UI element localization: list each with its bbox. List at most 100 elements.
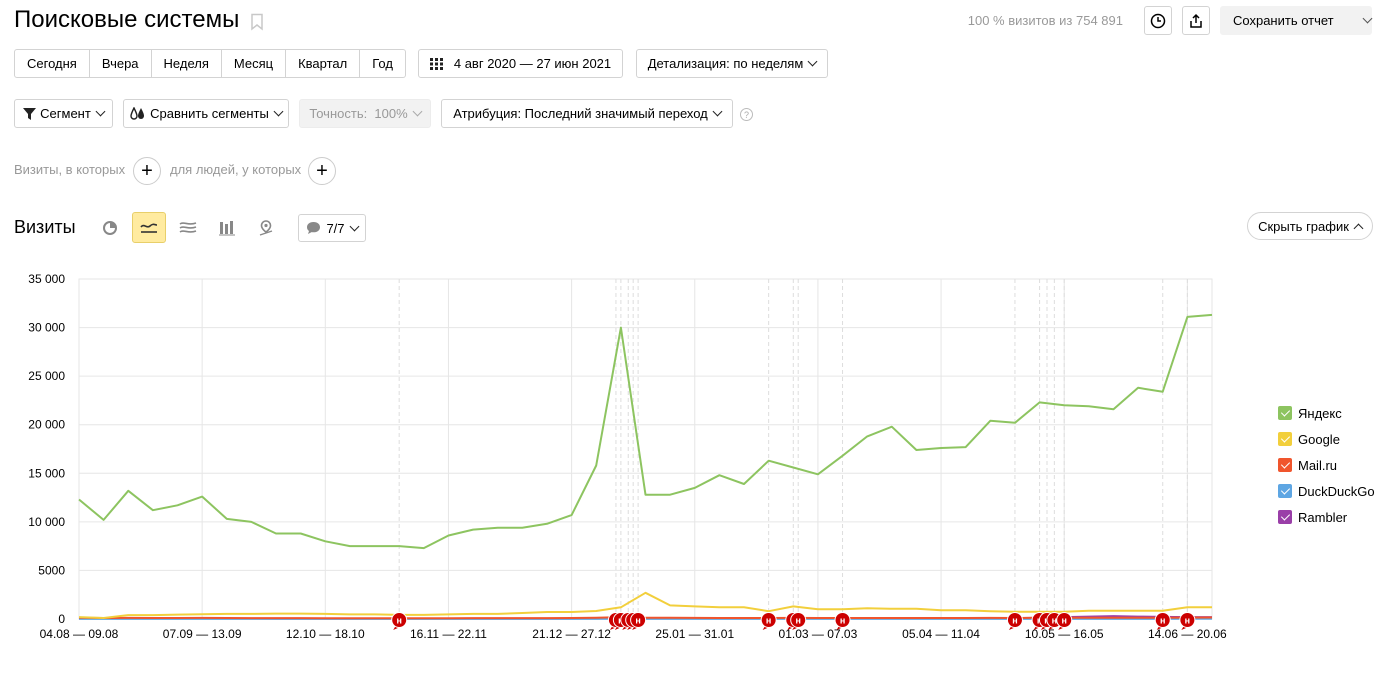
note-marker-label: н <box>1185 616 1190 626</box>
chart-legend: Яндекс Google Mail.ru DuckDuckGo Rambler <box>1278 400 1375 530</box>
date-range-button[interactable]: 4 авг 2020 — 27 июн 2021 <box>418 49 623 78</box>
line-chart-view-button[interactable] <box>132 212 166 243</box>
checkbox-icon <box>1278 432 1292 446</box>
note-marker-label: н <box>840 616 845 626</box>
map-pin-icon <box>259 219 273 236</box>
chevron-down-icon <box>807 56 818 67</box>
legend-item-yandex[interactable]: Яндекс <box>1278 400 1375 426</box>
plot-area <box>78 278 1213 620</box>
note-marker-label: н <box>635 616 640 626</box>
legend-label: Google <box>1298 431 1340 447</box>
accuracy-dropdown[interactable]: Точность: 100% <box>299 99 431 128</box>
period-today[interactable]: Сегодня <box>14 49 90 78</box>
x-tick-label: 25.01 — 31.01 <box>655 627 734 641</box>
segment-button[interactable]: Сегмент <box>14 99 113 128</box>
chevron-down-icon <box>412 106 423 117</box>
legend-item-rambler[interactable]: Rambler <box>1278 504 1375 530</box>
clock-icon <box>1150 13 1166 28</box>
save-report-button[interactable]: Сохранить отчет <box>1220 6 1373 35</box>
x-tick-label: 01.03 — 07.03 <box>779 627 858 641</box>
bar-chart-view-button[interactable] <box>210 212 244 243</box>
visits-share-text: 100 % визитов из 754 891 <box>967 13 1123 28</box>
accuracy-label: Точность: 100% <box>309 106 408 121</box>
bookmark-icon[interactable] <box>250 13 264 31</box>
chevron-down-icon <box>1362 13 1373 24</box>
checkbox-icon <box>1278 484 1292 498</box>
calendar-icon <box>429 57 443 70</box>
hide-chart-label: Скрыть график <box>1258 218 1349 234</box>
map-view-button[interactable] <box>249 212 283 243</box>
people-condition-label: для людей, у которых <box>170 162 302 177</box>
compare-segments-label: Сравнить сегменты <box>150 106 269 121</box>
filter-icon <box>23 107 37 120</box>
attribution-dropdown[interactable]: Атрибуция: Последний значимый переход <box>441 99 733 128</box>
note-marker-label: н <box>1061 616 1066 626</box>
x-tick-label: 04.08 — 09.08 <box>40 627 119 641</box>
period-month[interactable]: Месяц <box>221 49 287 78</box>
drops-icon <box>130 107 145 120</box>
note-marker-label: н <box>1012 616 1017 626</box>
note-marker-label: н <box>396 616 401 626</box>
x-tick-label: 10.05 — 16.05 <box>1025 627 1104 641</box>
y-tick-label: 10 000 <box>28 515 65 529</box>
legend-label: Яндекс <box>1298 405 1342 421</box>
note-marker-label: н <box>1160 616 1165 626</box>
note-marker-label: н <box>795 616 800 626</box>
comment-icon <box>307 222 321 234</box>
detail-label: Детализация: по неделям <box>647 56 804 71</box>
period-quarter[interactable]: Квартал <box>286 49 361 78</box>
history-button[interactable] <box>1144 6 1172 35</box>
x-tick-label: 14.06 — 20.06 <box>1148 627 1227 641</box>
segment-label: Сегмент <box>40 106 91 121</box>
period-selector: Сегодня Вчера Неделя Месяц Квартал Год <box>14 49 406 78</box>
legend-label: Mail.ru <box>1298 457 1338 473</box>
y-tick-label: 35 000 <box>28 272 65 286</box>
help-icon[interactable]: ? <box>740 108 753 121</box>
x-tick-label: 16.11 — 22.11 <box>410 627 487 641</box>
hide-chart-button[interactable]: Скрыть график <box>1247 212 1373 240</box>
y-tick-label: 30 000 <box>28 321 65 335</box>
save-report-label: Сохранить отчет <box>1233 13 1334 28</box>
chevron-down-icon <box>349 221 359 231</box>
y-tick-label: 25 000 <box>28 369 65 383</box>
stacked-area-view-button[interactable] <box>171 212 205 243</box>
legend-label: DuckDuckGo <box>1298 483 1375 499</box>
chevron-down-icon <box>712 106 723 117</box>
y-tick-label: 0 <box>58 612 65 626</box>
chevron-down-icon <box>95 106 106 117</box>
pie-chart-icon <box>103 220 117 235</box>
notes-count: 7/7 <box>326 220 345 236</box>
detail-dropdown[interactable]: Детализация: по неделям <box>636 49 828 78</box>
chart-title: Визиты <box>14 217 76 237</box>
x-tick-label: 07.09 — 13.09 <box>163 627 242 641</box>
visits-condition-label: Визиты, в которых <box>14 162 126 177</box>
add-visit-condition-button[interactable]: + <box>133 157 161 185</box>
period-yesterday[interactable]: Вчера <box>89 49 152 78</box>
compare-segments-button[interactable]: Сравнить сегменты <box>123 99 289 128</box>
visits-line-chart: 0 5000 10 000 15 000 20 000 25 000 30 000 35 00… <box>28 272 1227 641</box>
checkbox-icon <box>1278 458 1292 472</box>
note-marker-label: н <box>766 616 771 626</box>
series-line-0 <box>78 313 1213 550</box>
pie-chart-view-button[interactable] <box>93 212 127 243</box>
chevron-up-icon <box>1353 223 1364 233</box>
legend-item-duckduckgo[interactable]: DuckDuckGo <box>1278 478 1375 504</box>
legend-label: Rambler <box>1298 509 1348 525</box>
y-tick-label: 15 000 <box>28 466 65 480</box>
x-tick-label: 05.04 — 11.04 <box>902 627 980 641</box>
attribution-label: Атрибуция: Последний значимый переход <box>453 106 708 121</box>
add-people-condition-button[interactable]: + <box>308 157 336 185</box>
checkbox-icon <box>1278 510 1292 524</box>
legend-item-mailru[interactable]: Mail.ru <box>1278 452 1375 478</box>
date-range-label: 4 авг 2020 — 27 июн 2021 <box>453 56 612 71</box>
chevron-down-icon <box>273 106 284 117</box>
period-week[interactable]: Неделя <box>151 49 222 78</box>
y-tick-label: 20 000 <box>28 418 65 432</box>
legend-item-google[interactable]: Google <box>1278 426 1375 452</box>
share-icon <box>1190 13 1202 28</box>
notes-dropdown[interactable]: 7/7 <box>298 214 366 242</box>
bar-chart-icon <box>219 220 235 235</box>
export-button[interactable] <box>1182 6 1210 35</box>
period-year[interactable]: Год <box>360 49 406 78</box>
line-chart-icon <box>140 223 158 233</box>
